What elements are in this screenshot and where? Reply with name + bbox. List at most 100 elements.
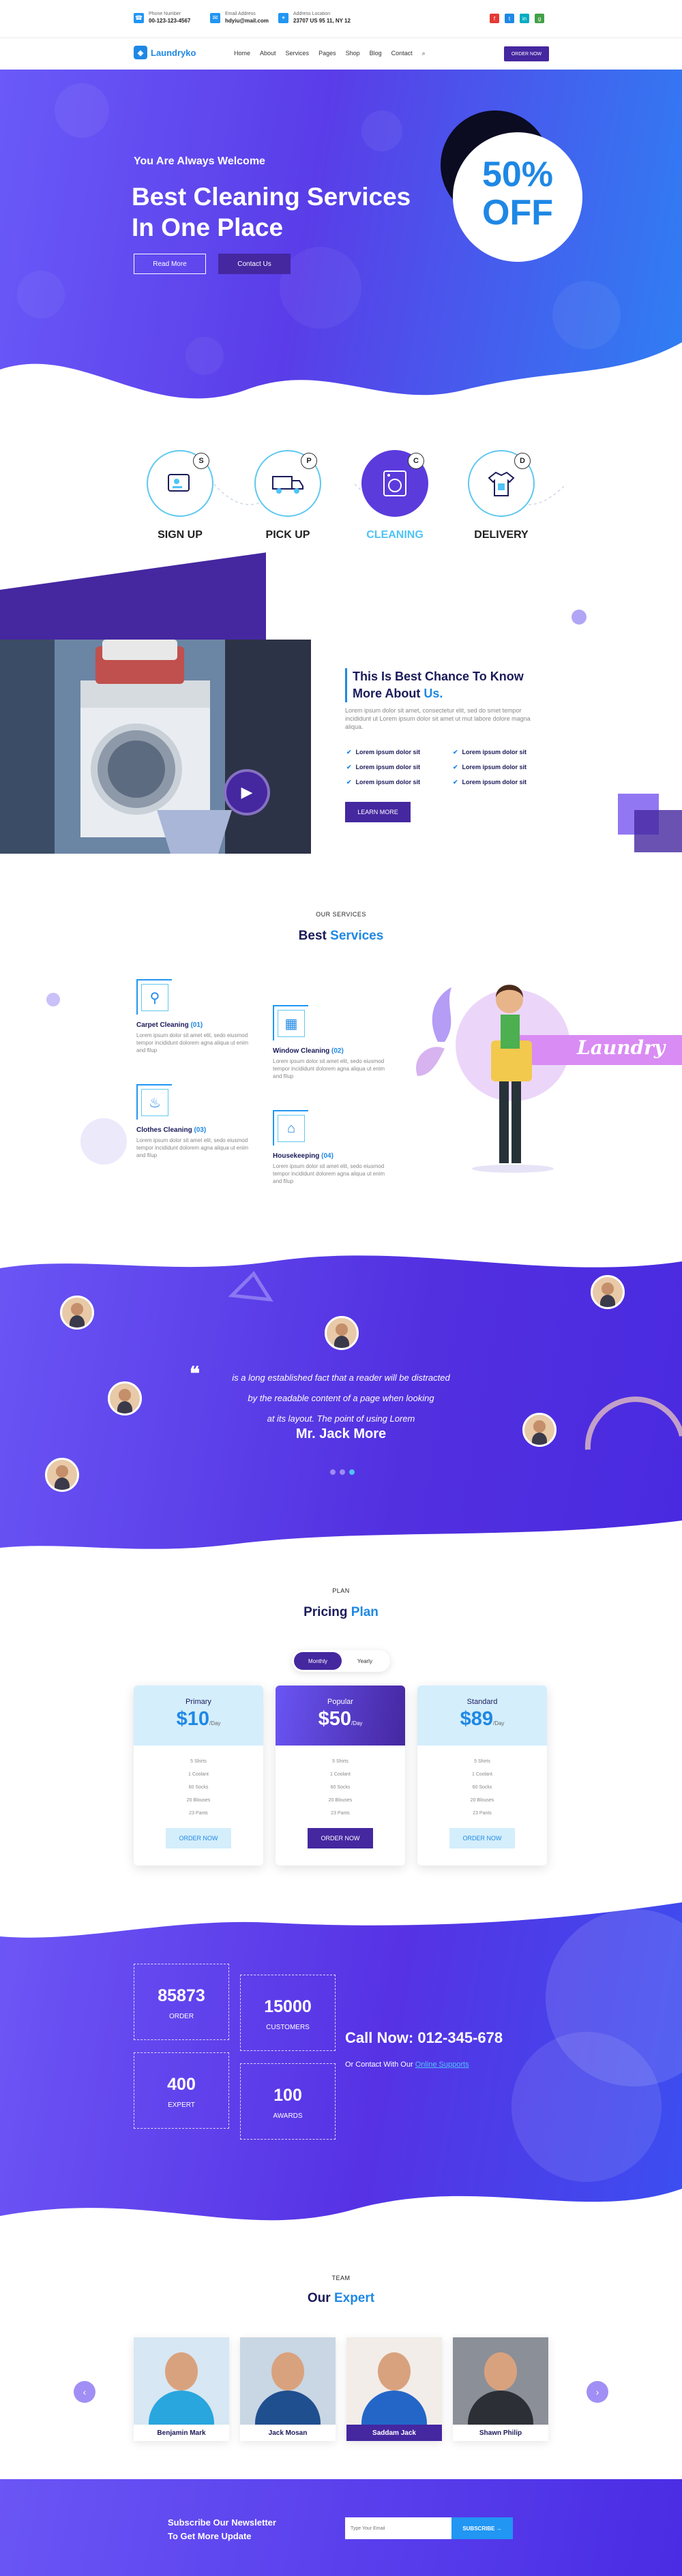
- plan-feature: 5 Shirts: [474, 1759, 490, 1764]
- subscribe-button[interactable]: SUBSCRIBE →: [451, 2517, 513, 2539]
- step-pick-up: P PICK UP: [250, 450, 325, 541]
- counter-label: ORDER: [168, 2013, 194, 2020]
- billing-toggle: Monthly Yearly: [292, 1650, 390, 1672]
- service-card[interactable]: ⌂ Housekeeping (04) Lorem ipsum dolor si…: [273, 1110, 392, 1185]
- services-title-highlight: Services: [330, 929, 384, 943]
- team-member-card[interactable]: Benjamin Mark: [134, 2337, 229, 2441]
- member-name: Saddam Jack: [346, 2425, 442, 2441]
- services-subtitle: OUR SERVICES: [316, 911, 366, 918]
- featured-client-avatar: [325, 1316, 359, 1350]
- plan-feature: 1 Coolant: [188, 1772, 209, 1777]
- plan-feature: 23 Pants: [331, 1811, 350, 1816]
- member-photo: [134, 2337, 229, 2425]
- shirt-icon: [488, 471, 515, 496]
- about-text: Lorem ipsum dolor sit amet, consectetur …: [345, 707, 531, 730]
- learn-more-button[interactable]: LEARN MORE: [345, 802, 411, 822]
- next-arrow-icon[interactable]: ›: [587, 2381, 608, 2403]
- slider-dot[interactable]: [330, 1469, 336, 1475]
- plan-feature: 20 Blouses: [328, 1798, 353, 1803]
- phone-info: ☎ Phone Number 00-123-123-4567: [134, 11, 190, 25]
- hero-subtitle: You Are Always Welcome: [134, 155, 265, 167]
- team-title-text: Our: [307, 2291, 331, 2305]
- client-avatar[interactable]: [60, 1296, 94, 1330]
- counter-number: 15000: [264, 1997, 312, 2016]
- service-card[interactable]: ⚲ Carpet Cleaning (01) Lorem ipsum dolor…: [136, 979, 256, 1054]
- plan-feature: 20 Blouses: [186, 1798, 211, 1803]
- step-badge: S: [193, 453, 209, 469]
- client-avatar[interactable]: [108, 1381, 142, 1416]
- site-logo[interactable]: ◈ Laundryko: [134, 46, 196, 59]
- email-info: ✉ Email Address hdyiu@mail.com: [210, 11, 269, 25]
- plan-period: /Day: [209, 1720, 221, 1726]
- contact-us-button[interactable]: Contact Us: [218, 254, 291, 274]
- nav-blog[interactable]: Blog: [370, 50, 382, 57]
- plan-order-button[interactable]: ORDER NOW: [166, 1828, 231, 1848]
- twitter-icon[interactable]: t: [505, 14, 514, 23]
- facebook-icon[interactable]: f: [490, 14, 499, 23]
- team-subtitle: TEAM: [331, 2275, 351, 2281]
- nav-pages[interactable]: Pages: [318, 50, 336, 57]
- newsletter-title: Subscribe Our Newsletter To Get More Upda…: [168, 2516, 276, 2543]
- order-now-button[interactable]: ORDER NOW: [504, 46, 549, 61]
- service-name: Clothes Cleaning: [136, 1126, 192, 1134]
- counter-label: AWARDS: [273, 2112, 303, 2120]
- testimonial-quote: is a long established fact that a reader…: [177, 1368, 505, 1429]
- linkedin-icon[interactable]: in: [520, 14, 529, 23]
- plan-feature: 60 Socks: [472, 1785, 492, 1790]
- client-avatar[interactable]: [591, 1275, 625, 1309]
- housekeeping-icon: ⌂: [278, 1115, 305, 1142]
- plan-name: Primary: [186, 1698, 211, 1706]
- member-name: Jack Mosan: [240, 2425, 336, 2441]
- search-icon[interactable]: ⌕: [422, 50, 426, 57]
- vacuum-icon: ⚲: [141, 984, 168, 1011]
- newsletter-email-input[interactable]: [345, 2517, 451, 2539]
- call-now-heading[interactable]: Call Now: 012-345-678: [345, 2029, 503, 2047]
- counter-number: 85873: [158, 1986, 205, 2005]
- service-card[interactable]: ▦ Window Cleaning (02) Lorem ipsum dolor…: [273, 1005, 392, 1080]
- window-icon: ▦: [278, 1010, 305, 1037]
- nav-home[interactable]: Home: [234, 50, 250, 57]
- pricing-title-text: Pricing: [303, 1605, 348, 1619]
- plan-order-button[interactable]: ORDER NOW: [308, 1828, 373, 1848]
- email-value[interactable]: hdyiu@mail.com: [225, 18, 269, 25]
- step-label: SIGN UP: [158, 529, 203, 541]
- counter-label: EXPERT: [168, 2101, 195, 2109]
- testimonial-name: Mr. Jack More: [295, 1426, 387, 1441]
- nav-contact[interactable]: Contact: [391, 50, 413, 57]
- read-more-button[interactable]: Read More: [134, 254, 206, 274]
- plan-feature: 20 Blouses: [470, 1798, 494, 1803]
- nav-menu: Home About Services Pages Shop Blog Cont…: [234, 50, 426, 57]
- service-number: (03): [194, 1126, 207, 1134]
- slider-dot-active[interactable]: [349, 1469, 355, 1475]
- prev-arrow-icon[interactable]: ‹: [74, 2381, 95, 2403]
- newsletter-line-2: To Get More Update: [168, 2531, 252, 2541]
- pricing-subtitle: PLAN: [332, 1587, 350, 1594]
- service-card[interactable]: ♨ Clothes Cleaning (03) Lorem ipsum dolo…: [136, 1084, 256, 1159]
- quote-line-1: is a long established fact that a reader…: [232, 1373, 450, 1383]
- nav-about[interactable]: About: [260, 50, 276, 57]
- phone-value[interactable]: 00-123-123-4567: [149, 18, 190, 25]
- service-text: Lorem ipsum dolor sit amet elit, sedo ei…: [136, 1137, 249, 1158]
- plan-order-button[interactable]: ORDER NOW: [449, 1828, 515, 1848]
- monthly-toggle[interactable]: Monthly: [294, 1652, 342, 1670]
- yearly-toggle[interactable]: Yearly: [342, 1652, 387, 1670]
- about-check-item: Lorem ipsum dolor sit: [453, 779, 527, 786]
- location-icon: ⌖: [278, 12, 288, 23]
- client-avatar[interactable]: [45, 1458, 79, 1492]
- member-photo: [240, 2337, 336, 2425]
- team-member-card[interactable]: Shawn Philip: [453, 2337, 548, 2441]
- play-video-button[interactable]: ▶: [224, 769, 270, 815]
- team-member-card[interactable]: Jack Mosan: [240, 2337, 336, 2441]
- nav-shop[interactable]: Shop: [346, 50, 360, 57]
- step-cleaning: C CLEANING: [357, 450, 432, 541]
- slider-dot[interactable]: [340, 1469, 345, 1475]
- nav-services[interactable]: Services: [286, 50, 310, 57]
- plan-name: Standard: [466, 1698, 498, 1706]
- counter-box: 85873 ORDER: [134, 1964, 229, 2040]
- member-photo: [453, 2337, 548, 2425]
- online-support-link[interactable]: Online Supports: [415, 2061, 469, 2069]
- google-icon[interactable]: g: [535, 14, 544, 23]
- team-member-card[interactable]: Saddam Jack: [346, 2337, 442, 2441]
- team-title-highlight: Expert: [333, 2291, 375, 2305]
- about-check-item: Lorem ipsum dolor sit: [346, 779, 421, 786]
